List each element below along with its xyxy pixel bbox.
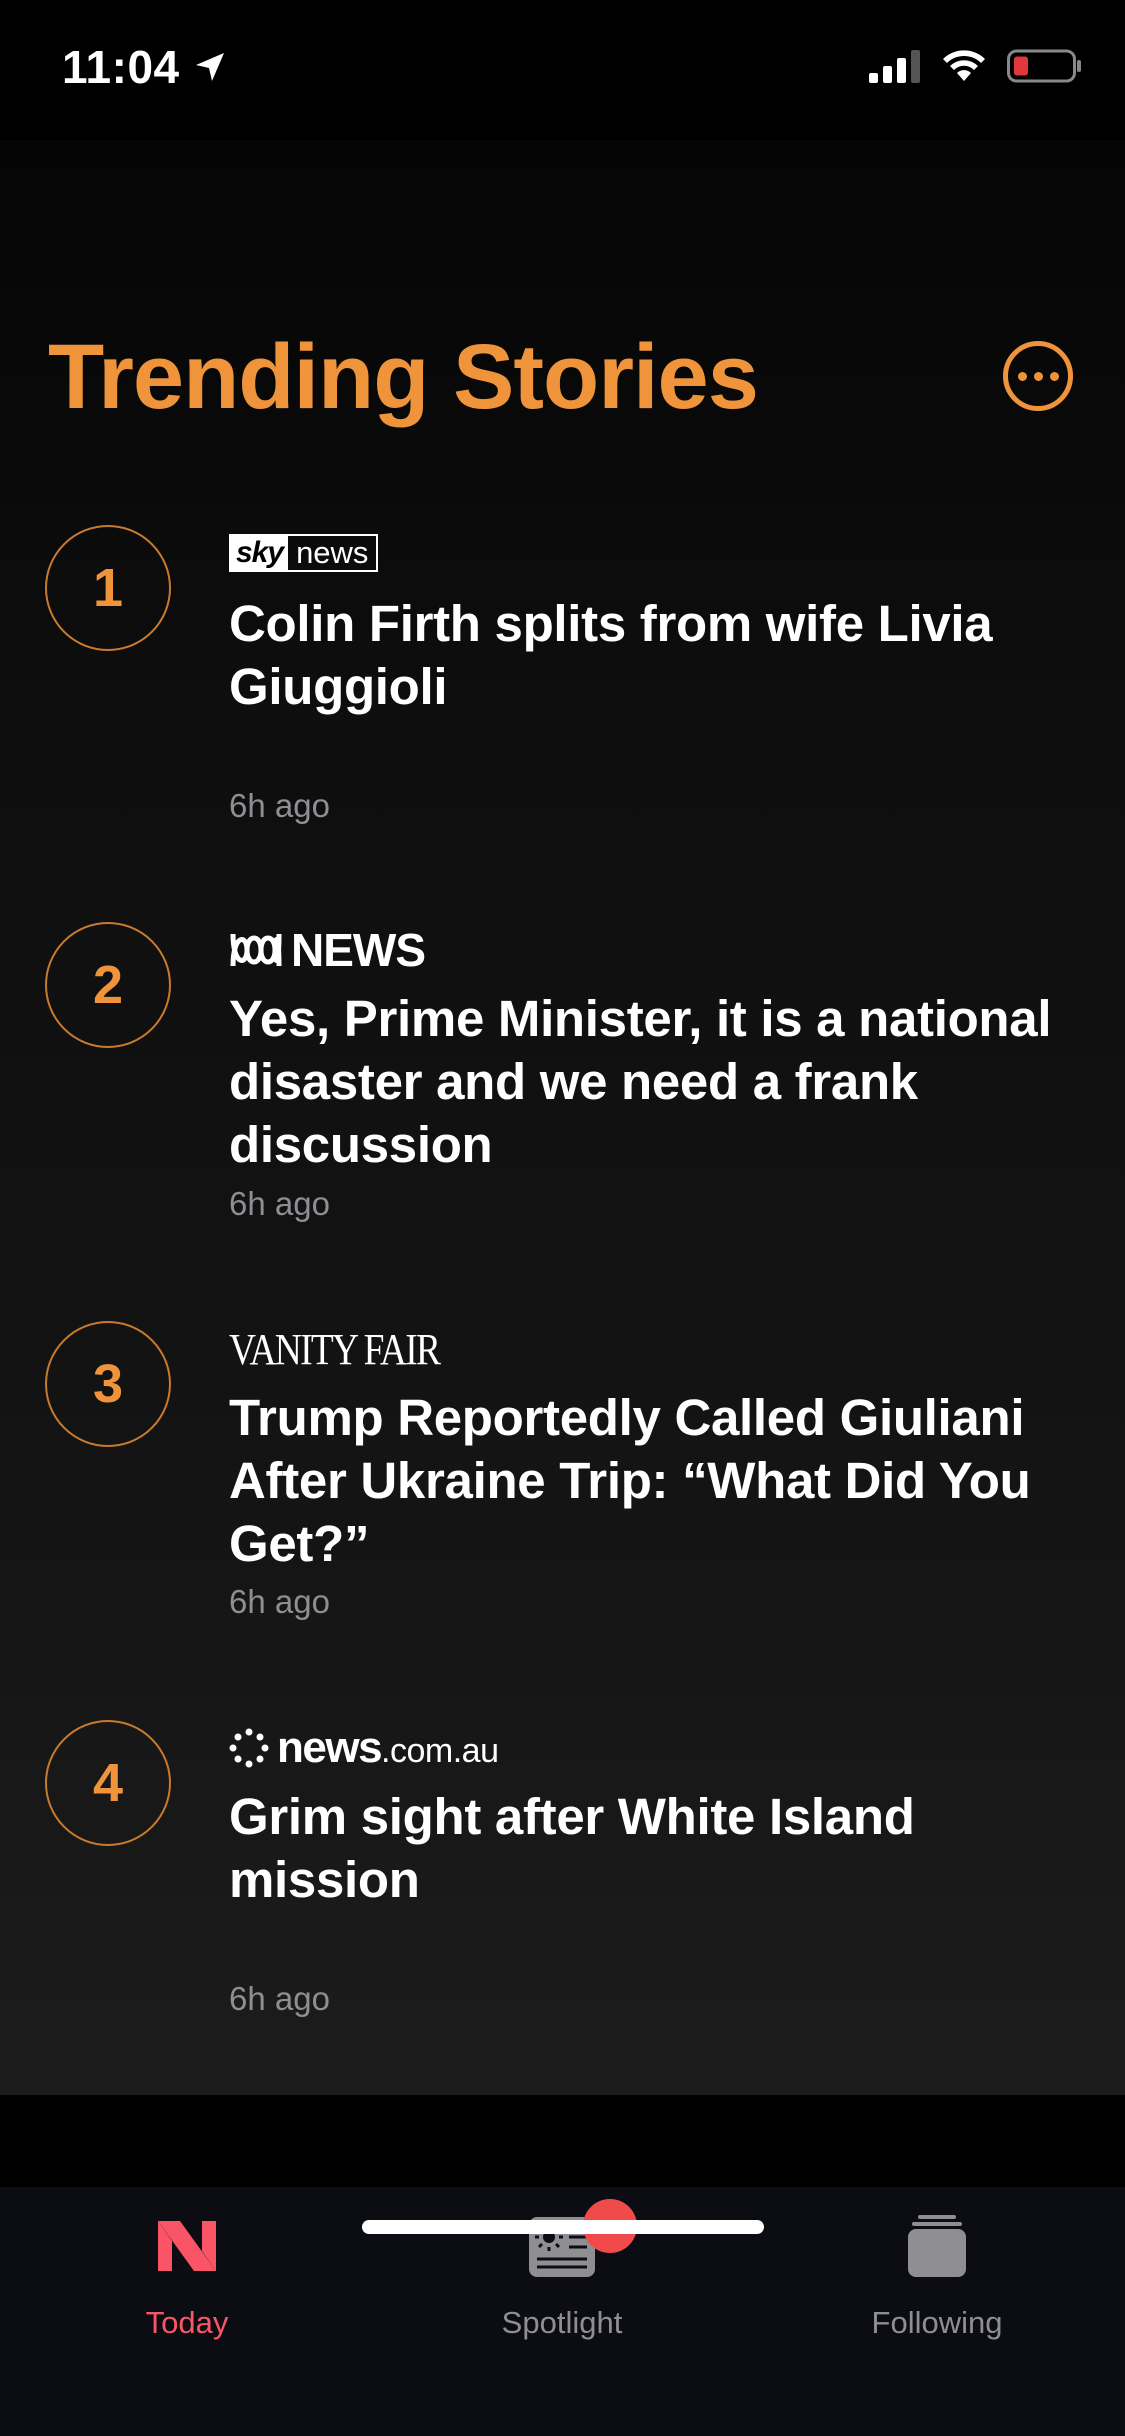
story-timestamp: 6h ago bbox=[229, 1980, 330, 2017]
logo-text: sky bbox=[231, 536, 289, 570]
logo-text: news bbox=[296, 535, 369, 570]
logo-text: VANITY FAIR bbox=[229, 1324, 441, 1374]
story-headline: Trump Reportedly Called Giuliani After U… bbox=[229, 1389, 1031, 1572]
battery-low-icon bbox=[1007, 49, 1081, 83]
logo-text: .com.au bbox=[381, 1732, 499, 1770]
status-time-group: 11:04 bbox=[62, 40, 230, 94]
story-item-3[interactable]: 3 VANITY FAIR Trump Reportedly Called Gi… bbox=[0, 1321, 1125, 1621]
ellipsis-circle-icon[interactable] bbox=[1003, 341, 1073, 411]
story-item-2[interactable]: 2 NEWS Yes, Prime Minister, it is a nati… bbox=[0, 922, 1125, 1222]
vanity-fair-logo: VANITY FAIR bbox=[229, 1324, 476, 1374]
status-time: 11:04 bbox=[62, 41, 180, 93]
story-headline: Colin Firth splits from wife Livia Giugg… bbox=[229, 595, 993, 715]
tab-today[interactable]: Today bbox=[67, 2211, 307, 2340]
tab-label: Spotlight bbox=[501, 2305, 623, 2340]
rank-badge: 4 bbox=[45, 1720, 171, 1846]
logo-text: news bbox=[277, 1723, 383, 1772]
logo-text: NEWS bbox=[291, 924, 426, 976]
rank-badge: 1 bbox=[45, 525, 171, 651]
tab-label: Following bbox=[871, 2305, 1003, 2340]
dot bbox=[1049, 371, 1059, 381]
story-timestamp: 6h ago bbox=[229, 787, 330, 824]
newscomau-dots-icon bbox=[229, 1728, 269, 1768]
apple-news-icon bbox=[152, 2211, 222, 2281]
wifi-icon bbox=[943, 50, 985, 81]
tab-following[interactable]: Following bbox=[817, 2211, 1057, 2340]
news-com-au-logo: news.com.au bbox=[229, 1723, 499, 1772]
abc-lissajous-icon bbox=[230, 933, 282, 967]
dot bbox=[1017, 371, 1027, 381]
status-bar: 11:04 bbox=[0, 0, 1125, 140]
story-headline: Grim sight after White Island mission bbox=[229, 1788, 915, 1908]
dot bbox=[1033, 371, 1043, 381]
story-timestamp: 6h ago bbox=[229, 1583, 330, 1620]
status-icons bbox=[869, 48, 1083, 84]
story-item-1[interactable]: 1 sky news Colin Firth splits from wife … bbox=[0, 525, 1125, 825]
story-headline: Yes, Prime Minister, it is a national di… bbox=[229, 990, 1052, 1173]
home-indicator[interactable] bbox=[362, 2220, 764, 2234]
sky-news-logo: sky news bbox=[229, 530, 379, 576]
trending-stories-card: Trending Stories 1 sky news Colin Firth … bbox=[0, 140, 1125, 2095]
rank-badge: 3 bbox=[45, 1321, 171, 1447]
rank-badge: 2 bbox=[45, 922, 171, 1048]
abc-news-logo: NEWS bbox=[229, 924, 426, 976]
story-item-4[interactable]: 4 news.com.au Grim sight after White Isl… bbox=[0, 1720, 1125, 2040]
location-arrow-icon bbox=[195, 53, 224, 81]
tab-label: Today bbox=[145, 2305, 229, 2340]
cellular-signal-icon bbox=[869, 50, 920, 83]
story-timestamp: 6h ago bbox=[229, 1185, 330, 1222]
following-stack-icon bbox=[902, 2211, 972, 2281]
section-title: Trending Stories bbox=[48, 326, 759, 428]
